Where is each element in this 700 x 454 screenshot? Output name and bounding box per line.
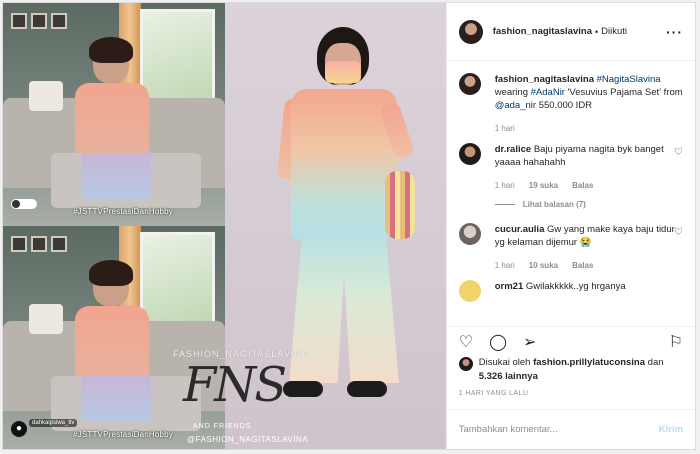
video-clip-bottom: dahkalpsiwa_tlv ● #JSTTVPrestasiDanHobby: [3, 226, 225, 449]
post-comment-button[interactable]: Kirim: [659, 424, 683, 435]
post-sidebar: fashion_nagitaslavina • Diikuti ··· fash…: [445, 3, 695, 449]
commenter-avatar[interactable]: [458, 143, 481, 165]
caption-text: 'Vesuvius Pajama Set' from: [567, 87, 683, 98]
watermark-bottom: @FASHION_NAGITASLAVINA: [187, 435, 309, 444]
author-avatar[interactable]: [458, 73, 481, 95]
hashtag-link[interactable]: #NagitaSlavina: [597, 74, 661, 85]
mention-link[interactable]: @ada_nir: [495, 100, 536, 111]
caption-text: wearing: [494, 87, 528, 98]
author-username[interactable]: fashion_nagitaslavina: [493, 26, 592, 37]
user-tag-icon[interactable]: ●: [11, 421, 27, 437]
comment-icon[interactable]: ◯: [489, 332, 507, 352]
comment-input[interactable]: [458, 424, 659, 435]
following-button[interactable]: Diikuti: [601, 26, 627, 37]
caption-text: 550.000 IDR: [538, 100, 593, 111]
pajama-pants: [289, 233, 399, 383]
comment-composer: Kirim: [446, 409, 695, 449]
watermark-logo: FNS: [183, 357, 287, 413]
post-dialog: #JSTTVPrestasiDanHobby dahkalpsiwa_tlv ●…: [2, 2, 696, 450]
person-figure: [71, 260, 151, 429]
comment-item: cucur.aulia Gw yang make kaya baju tidur…: [458, 223, 683, 272]
comment-item: orm21 Gwilakkkkk..yg hrganya: [458, 280, 683, 302]
hashtag-overlay-bottom: #JSTTVPrestasiDanHobby: [73, 430, 173, 439]
caption-username[interactable]: fashion_nagitaslavina: [495, 74, 594, 85]
action-bar: ♡ ◯ ➢ ⚐: [446, 326, 695, 356]
comment-time[interactable]: 1 hari: [495, 179, 515, 192]
face-mask: [325, 61, 361, 83]
comment-username[interactable]: orm21: [495, 281, 524, 292]
pillow: [29, 304, 63, 334]
video-clip-top: #JSTTVPrestasiDanHobby: [3, 3, 225, 226]
watermark-sub: AND FRIENDS: [193, 423, 252, 430]
view-replies-link[interactable]: Lihat balasan (7): [495, 200, 683, 209]
pillow: [29, 81, 63, 111]
reply-button[interactable]: Balas: [572, 179, 593, 192]
caption-time[interactable]: 1 hari: [495, 122, 515, 135]
liker-username[interactable]: fashion.prillylatuconsina: [533, 357, 645, 368]
comment-item: dr.ralice Baju piyama nagita byk banget …: [458, 143, 683, 192]
author-avatar[interactable]: [458, 19, 483, 44]
post-timestamp[interactable]: 1 HARI YANG LALU: [447, 384, 695, 397]
likes-count[interactable]: 5.326 lainnya: [479, 371, 538, 382]
commenter-avatar[interactable]: [458, 280, 481, 302]
commenter-avatar[interactable]: [458, 223, 481, 245]
user-chip: dahkalpsiwa_tlv: [29, 419, 78, 427]
post-header: fashion_nagitaslavina • Diikuti ···: [446, 3, 695, 61]
video-toggle[interactable]: [11, 199, 37, 209]
bookmark-icon[interactable]: ⚐: [669, 332, 683, 352]
comment-username[interactable]: cucur.aulia: [495, 224, 545, 235]
liker-avatar[interactable]: [458, 357, 473, 371]
comment-likes[interactable]: 10 suka: [529, 259, 558, 272]
comment-time[interactable]: 1 hari: [495, 259, 515, 272]
heart-icon[interactable]: ♡: [459, 332, 473, 352]
hashtag-link[interactable]: #AdaNir: [531, 87, 565, 98]
person-figure: [71, 37, 151, 206]
share-icon[interactable]: ➢: [523, 332, 536, 352]
handbag: [385, 171, 415, 239]
comment-username[interactable]: dr.ralice: [495, 144, 531, 155]
hashtag-overlay-top: #JSTTVPrestasiDanHobby: [73, 207, 173, 216]
heart-icon[interactable]: ♡: [674, 147, 683, 158]
reply-button[interactable]: Balas: [572, 259, 593, 272]
likes-summary: Disukai oleh fashion.prillylatuconsina d…: [447, 356, 695, 384]
caption: fashion_nagitaslavina #NagitaSlavina wea…: [458, 73, 683, 135]
comment-text: Gwilakkkkk..yg hrganya: [525, 281, 626, 292]
post-media[interactable]: #JSTTVPrestasiDanHobby dahkalpsiwa_tlv ●…: [3, 3, 446, 449]
heart-icon[interactable]: ♡: [674, 227, 683, 238]
separator-dot: •: [594, 26, 599, 37]
comment-likes[interactable]: 19 suka: [529, 179, 558, 192]
more-horizontal-icon[interactable]: ···: [666, 24, 683, 40]
comments-list[interactable]: fashion_nagitaslavina #NagitaSlavina wea…: [447, 61, 695, 326]
